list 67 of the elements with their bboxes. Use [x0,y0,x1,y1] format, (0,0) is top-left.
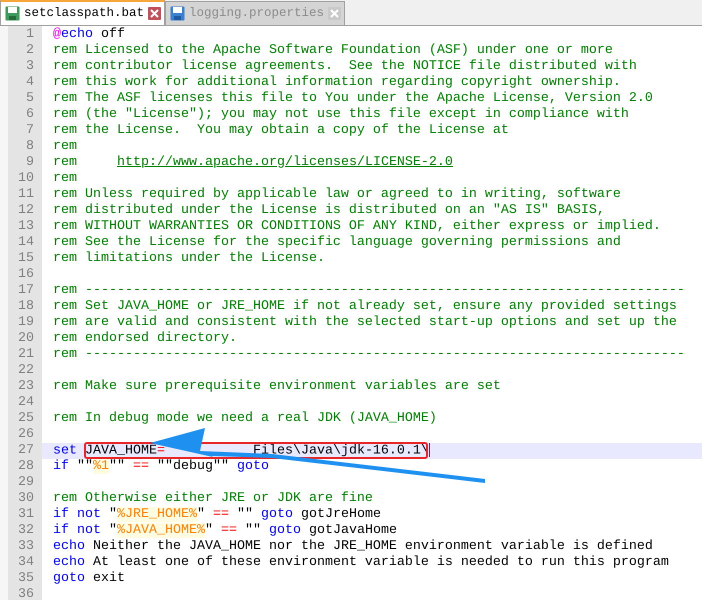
code-line: rem http://www.apache.org/licenses/LICENSE-2.0 [52,155,454,171]
line-number: 7 [25,123,35,139]
line-number: 21 [17,347,35,363]
code-line: rem See the License for the specific language governing permissions and [52,235,622,251]
line-number: 1 [25,27,35,43]
line-number: 27 [17,443,35,459]
line-number: 8 [25,139,35,155]
line-number: 9 [25,155,35,171]
close-icon[interactable] [148,7,162,20]
line-number: 24 [17,395,35,411]
line-number: 4 [25,75,35,91]
code-line: rem the License. You may obtain a copy of the License at [52,123,510,139]
file-tab[interactable]: setclasspath.bat [0,0,166,25]
line-number: 15 [17,251,35,267]
code-line: rem WITHOUT WARRANTIES OR CONDITIONS OF ANY KIND, either express or implied. [52,219,662,235]
code-line: rem (the "License"); you may not use this file except in compliance with [52,107,630,123]
code-line: rem endorsed directory. [52,331,238,347]
code-line: rem [52,171,78,187]
line-number: 33 [17,539,35,555]
code-line: if not "%JAVA_HOME%" == "" goto gotJavaHome [52,523,398,539]
code-line: rem --------------------------------------------------------------------------- [52,283,686,299]
line-number: 3 [25,59,35,75]
code-line: rem distributed under the License is distributed on an "AS IS" BASIS, [52,203,606,219]
code-line: rem contributor license agreements. See the NOTICE file distributed with [52,59,638,75]
line-number: 25 [17,411,35,427]
code-line: rem Unless required by applicable law or agreed to in writing, software [52,187,622,203]
line-number: 36 [17,587,35,600]
code-line: rem Make sure prerequisite environment variables are set [52,379,502,395]
code-line: @echo off [52,27,126,43]
line-number: 30 [17,491,35,507]
line-number: 20 [17,331,35,347]
line-number: 5 [25,91,35,107]
line-number: 12 [17,203,35,219]
line-number: 18 [17,299,35,315]
code-line: rem --------------------------------------------------------------------------- [52,347,686,363]
code-line: rem In debug mode we need a real JDK (JAVA_HOME) [52,411,438,427]
code-line: echo Neither the JAVA_HOME nor the JRE_HOME environment variable is defined [52,539,654,555]
line-number: 6 [25,107,35,123]
line-number: 10 [17,171,35,187]
line-number: 23 [17,379,35,395]
code-line: rem limitations under the License. [52,251,326,267]
line-number: 14 [17,235,35,251]
code-line: rem this work for additional information regarding copyright ownership. [52,75,622,91]
line-number: 2 [25,43,35,59]
code-line: rem The ASF licenses this file to You under the Apache License, Version 2.0 [52,91,654,107]
code-line: rem [52,139,78,155]
line-number: 11 [17,187,35,203]
line-number: 35 [17,571,35,587]
line-number: 32 [17,523,35,539]
code-line: rem are valid and consistent with the selected start-up options and set up the [52,315,678,331]
code-line: rem Otherwise either JRE or JDK are fine [52,491,374,507]
line-number: 17 [17,283,35,299]
code-line: rem Licensed to the Apache Software Foundation (ASF) under one or more [52,43,614,59]
code-line: if not "%JRE_HOME%" == "" goto gotJreHome [52,507,382,523]
code-line: echo At least one of these environment variable is needed to run this program [52,555,670,571]
code-line: if ""%1"" == ""debug"" goto [52,459,270,475]
line-number: 22 [17,363,35,379]
line-number: 29 [17,475,35,491]
line-number: 31 [17,507,35,523]
code-line: rem Set JAVA_HOME or JRE_HOME if not already set, ensure any provided settings [52,299,678,315]
line-number: 28 [17,459,35,475]
line-number: 19 [17,315,35,331]
line-number: 16 [17,267,35,283]
code-line: goto exit [52,571,126,587]
line-number: 34 [17,555,35,571]
line-number: 26 [17,427,35,443]
line-number: 13 [17,219,35,235]
